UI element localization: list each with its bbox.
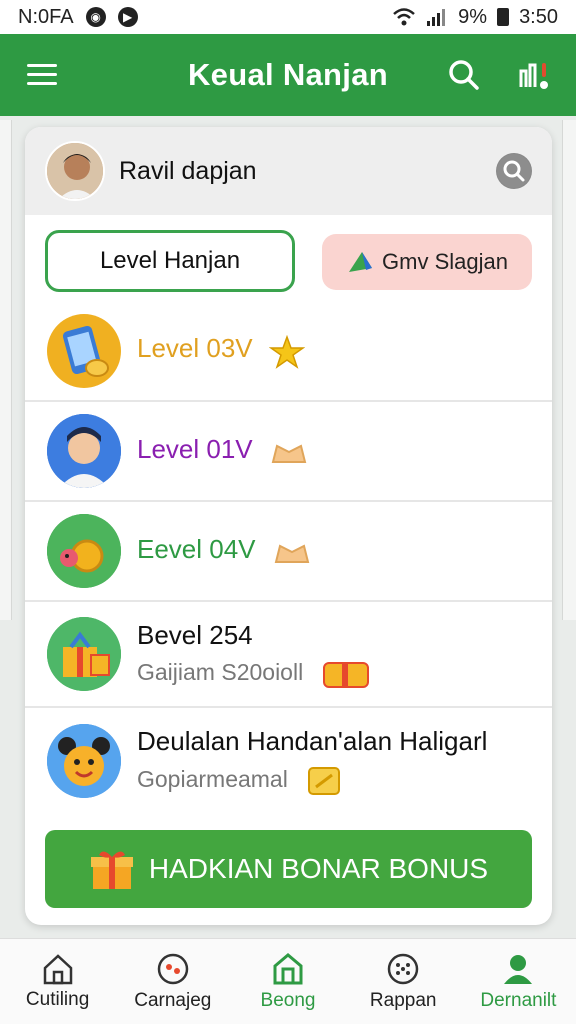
nav-item-carnajeg[interactable]: Carnajeg (115, 939, 230, 1024)
tab-gmv-slagjan-label: Gmv Slagjan (382, 249, 508, 274)
chat-icon[interactable] (496, 153, 532, 189)
gift-badge-icon (322, 661, 369, 688)
list-item[interactable]: Level 01V (25, 402, 552, 502)
list-item[interactable]: Bevel 254 Gaijiam S20oioll (25, 602, 552, 708)
bottom-nav: Cutiling Carnajeg Beong Rappan Dernanilt (0, 938, 576, 1024)
notification-icon[interactable] (512, 53, 556, 97)
wifi-icon (393, 8, 415, 26)
phone-coins-icon (47, 314, 121, 388)
level-title: Eevel 04V (137, 534, 256, 565)
nav-item-beong[interactable]: Beong (230, 939, 345, 1024)
nav-label: Dernanilt (480, 989, 557, 1011)
list-item[interactable]: Eevel 04V (25, 502, 552, 602)
avatar[interactable] (45, 141, 105, 201)
home-icon (43, 953, 72, 984)
nav-label: Carnajeg (134, 989, 212, 1011)
nav-label: Beong (260, 989, 316, 1011)
coupon-badge-icon (308, 766, 341, 795)
tab-level-hanjan[interactable]: Level Hanjan (45, 230, 295, 292)
nav-label: Cutiling (25, 988, 90, 1010)
coin-bird-icon (47, 514, 121, 588)
list-item[interactable]: Level 03V (25, 302, 552, 402)
status-bar: N:0FA ◉ ▶ 9% 3:50 (0, 0, 576, 34)
page-title: Keual Nanjan (188, 57, 388, 92)
ticket-badge-icon (274, 544, 310, 563)
nav-item-rappan[interactable]: Rappan (346, 939, 461, 1024)
profile-header: Ravil dapjan (25, 127, 552, 215)
dots-icon (387, 953, 419, 984)
level-title: Bevel 254 (137, 619, 253, 650)
battery-percent: 9% (458, 5, 488, 28)
app-bar: Keual Nanjan (0, 34, 576, 116)
status-time: 3:50 (519, 5, 558, 28)
level-title: Level 03V (137, 332, 253, 363)
play-icon: ▶ (117, 7, 138, 27)
level-list: Level 03V Level 01V Eevel 04V Bevel 254 … (25, 302, 552, 814)
battery-icon (497, 8, 510, 26)
store-icon (273, 952, 303, 984)
level-card: Ravil dapjan Level Hanjan Gmv Slagjan Le… (25, 127, 552, 925)
gift-icon (90, 851, 133, 889)
status-carrier: N:0FA (18, 5, 74, 28)
tab-gmv-slagjan[interactable]: Gmv Slagjan (322, 234, 532, 290)
level-subtitle: Gaijiam S20oioll (137, 658, 304, 685)
nav-label: Rappan (369, 989, 437, 1011)
level-subtitle: Gopiarmeamal (137, 765, 288, 792)
bonus-button[interactable]: HADKIAN BONAR BONUS (45, 830, 532, 908)
search-icon[interactable] (442, 53, 486, 97)
bonus-button-label: HADKIAN BONAR BONUS (148, 853, 489, 884)
tab-bar: Level Hanjan Gmv Slagjan (45, 230, 532, 292)
game-icon (157, 953, 189, 984)
nav-item-cutiling[interactable]: Cutiling (0, 939, 115, 1024)
signal-icon (427, 9, 446, 26)
list-item[interactable]: Deulalan Handan'alan Haligarl Gopiarmeam… (25, 708, 552, 814)
person-icon (504, 954, 533, 984)
level-title: Level 01V (137, 434, 253, 465)
notification-dot-icon: ◉ (85, 7, 106, 27)
level-title: Deulalan Handan'alan Haligarl (137, 725, 488, 756)
username: Ravil dapjan (119, 156, 257, 185)
next-card-edge (562, 120, 576, 620)
ticket-badge-icon (271, 444, 307, 463)
megaphone-icon (349, 252, 373, 272)
star-badge-icon (269, 335, 306, 370)
nav-item-dernanilt[interactable]: Dernanilt (461, 939, 576, 1024)
previous-card-edge (0, 120, 12, 620)
boy-avatar-icon (47, 414, 121, 488)
gift-box-icon (47, 617, 121, 691)
mascot-icon (47, 724, 121, 798)
